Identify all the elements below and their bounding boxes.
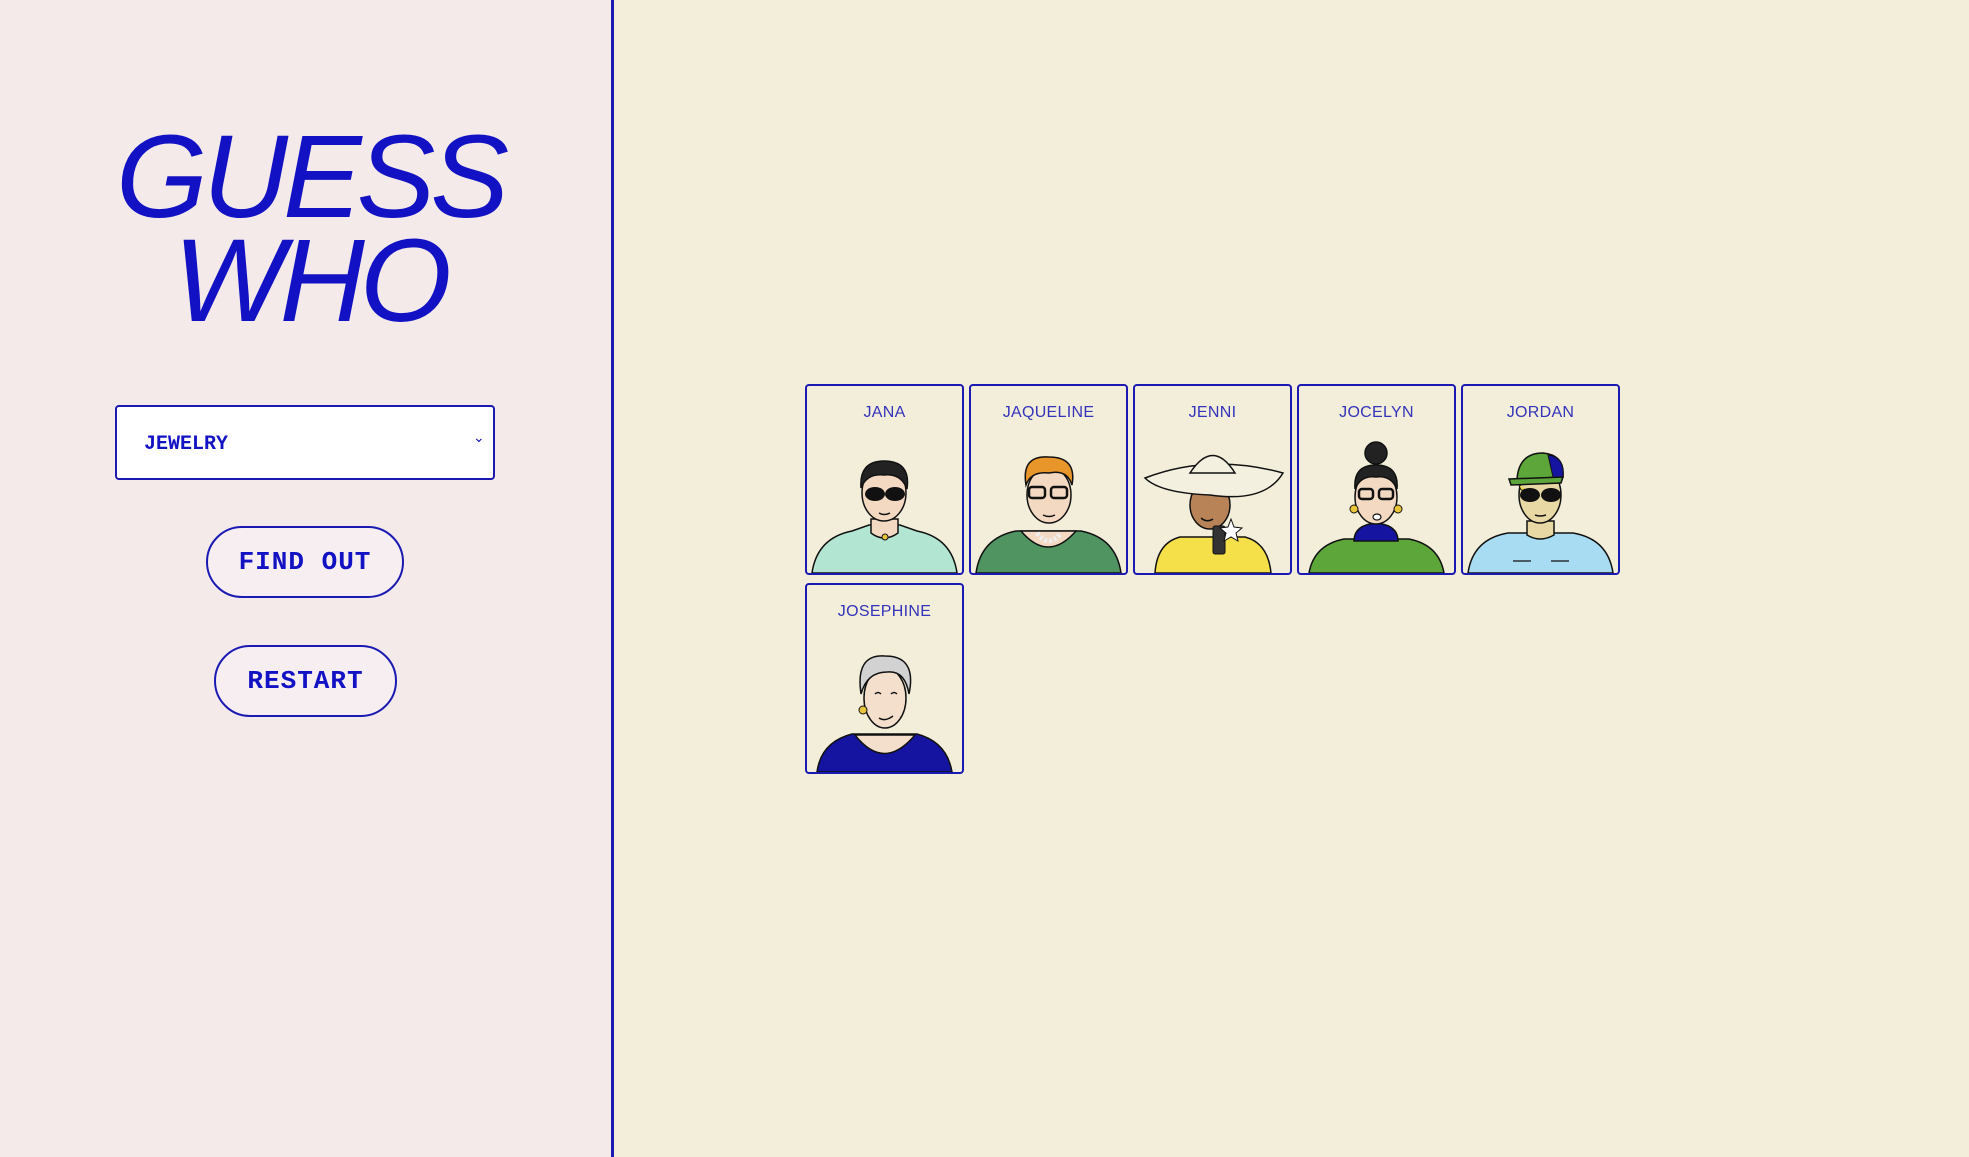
find-out-button[interactable]: FIND OUT	[206, 526, 404, 598]
page-title: GUESS WHO	[110, 111, 510, 347]
sidebar: GUESS WHO JEWELRY ⌄ FIND OUT RESTART	[0, 0, 614, 1157]
character-name: JOSEPHINE	[837, 603, 932, 620]
character-name: JOCELYN	[1339, 404, 1414, 421]
character-card-jana[interactable]: JANA	[805, 384, 964, 575]
character-name: JANA	[863, 404, 906, 421]
title-line-who: WHO	[173, 215, 451, 347]
character-card-jocelyn[interactable]: JOCELYN	[1297, 384, 1456, 575]
character-card-jenni[interactable]: JENNI	[1133, 384, 1292, 575]
title-line-guess: GUESS	[115, 111, 509, 243]
question-select-value: JEWELRY	[144, 433, 229, 456]
jocelyn-portrait	[1308, 441, 1445, 573]
character-name: JENNI	[1188, 404, 1237, 421]
chevron-down-icon: ⌄	[473, 430, 485, 446]
jaqueline-portrait	[975, 456, 1122, 573]
jordan-portrait	[1467, 452, 1614, 573]
question-select[interactable]: JEWELRY ⌄	[115, 405, 495, 480]
jenni-portrait	[1143, 454, 1285, 573]
character-name: JORDAN	[1506, 404, 1575, 421]
jana-portrait	[811, 460, 958, 573]
character-name: JAQUELINE	[1002, 404, 1095, 421]
character-card-jaqueline[interactable]: JAQUELINE	[969, 384, 1128, 575]
josephine-portrait	[816, 655, 953, 772]
character-card-josephine[interactable]: JOSEPHINE	[805, 583, 964, 774]
character-card-jordan[interactable]: JORDAN	[1461, 384, 1620, 575]
restart-button[interactable]: RESTART	[214, 645, 397, 717]
